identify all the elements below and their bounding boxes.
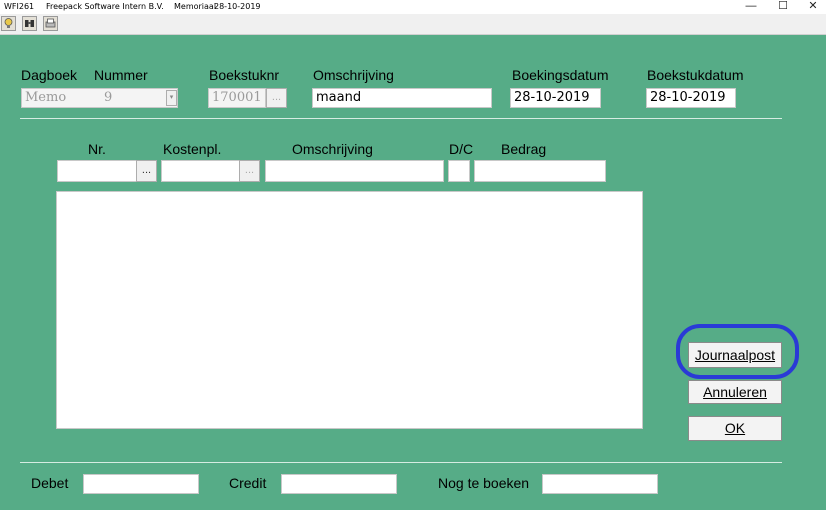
bedrag-label: Bedrag (501, 141, 547, 157)
journal-form: Dagboek Nummer Boekstuknr Omschrijving B… (0, 35, 826, 510)
kostenpl-label: Kostenpl. (163, 141, 222, 157)
nr-lookup-button[interactable]: ... (136, 160, 157, 182)
printer-icon[interactable] (43, 16, 58, 31)
dagboek-value: Memo (25, 90, 67, 105)
nr-label: Nr. (88, 141, 106, 157)
binoculars-icon[interactable] (22, 16, 37, 31)
kostenpl-lookup-button[interactable]: ... (239, 160, 260, 182)
title-bar: WFI261 Freepack Software Intern B.V. Mem… (0, 0, 826, 14)
help-icon-graphic (4, 18, 13, 28)
nr-field[interactable] (57, 160, 137, 182)
window-code: WFI261 (4, 2, 35, 11)
boekstukdatum-field[interactable]: 28-10-2019 (646, 88, 736, 108)
boekstuknr-lookup-button[interactable]: ... (266, 88, 287, 108)
ok-button-label: OK (724, 420, 746, 436)
omschrijving-field[interactable]: maand (312, 88, 492, 108)
debet-label: Debet (31, 475, 69, 491)
boekingsdatum-label: Boekingsdatum (512, 67, 609, 83)
credit-label: Credit (229, 475, 267, 491)
boekingsdatum-field[interactable]: 28-10-2019 (510, 88, 601, 108)
window-company: Freepack Software Intern B.V. (46, 2, 164, 11)
footer-divider (20, 462, 782, 463)
line-omschrijving-field[interactable] (265, 160, 444, 182)
line-omschrijving-label: Omschrijving (292, 141, 373, 157)
omschrijving-label: Omschrijving (313, 67, 394, 83)
boekstukdatum-label: Boekstukdatum (647, 67, 744, 83)
bedrag-field[interactable] (474, 160, 606, 182)
annuleren-button[interactable]: Annuleren (688, 380, 782, 404)
toolbar (0, 14, 826, 35)
dagboek-combo[interactable]: Memo 9 (21, 88, 178, 108)
nummer-label: Nummer (94, 67, 148, 83)
help-icon[interactable] (1, 16, 16, 31)
ok-button[interactable]: OK (688, 416, 782, 441)
binoculars-icon-graphic (25, 20, 34, 27)
header-divider (20, 118, 782, 119)
credit-field (281, 474, 397, 494)
journaalpost-button-label: Journaalpost (694, 347, 776, 363)
window-date: 28-10-2019 (214, 2, 261, 11)
nog-te-boeken-label: Nog te boeken (438, 475, 530, 491)
debet-field (83, 474, 199, 494)
nog-te-boeken-field (542, 474, 658, 494)
nummer-value: 9 (104, 90, 113, 105)
boekstuknr-label: Boekstuknr (209, 67, 280, 83)
dagboek-dropdown-arrow[interactable]: ▾ (166, 90, 177, 106)
journal-lines-grid[interactable] (56, 191, 643, 429)
annuleren-button-label: Annuleren (703, 384, 767, 400)
dagboek-label: Dagboek (21, 67, 78, 83)
journaalpost-button[interactable]: Journaalpost (688, 342, 782, 368)
maximize-icon[interactable]: ☐ (768, 0, 798, 12)
close-icon[interactable]: ✕ (798, 0, 826, 12)
dc-label: D/C (449, 141, 474, 157)
dc-field[interactable] (448, 160, 470, 182)
printer-icon-graphic (45, 18, 56, 28)
minimize-icon[interactable]: — (736, 0, 766, 12)
boekstuknr-field[interactable]: 170001 (208, 88, 266, 108)
kostenpl-field[interactable] (161, 160, 240, 182)
window-module: Memoriaal (174, 2, 217, 11)
